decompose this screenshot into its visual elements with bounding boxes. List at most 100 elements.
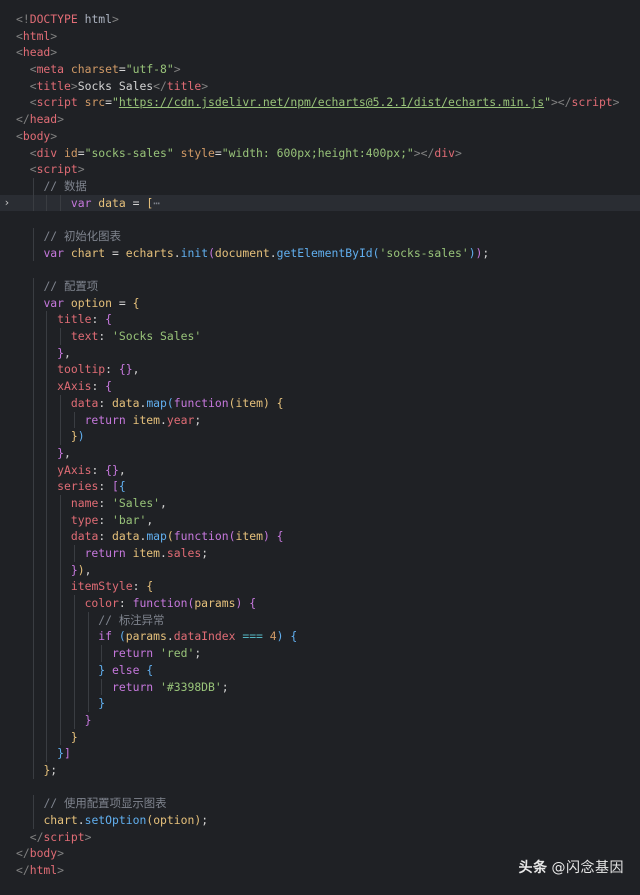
code-line[interactable]: return item.year; xyxy=(0,411,640,429)
code-line[interactable]: return 'red'; xyxy=(0,645,640,662)
code-line[interactable] xyxy=(0,779,640,796)
code-line[interactable]: <head> xyxy=(0,44,640,61)
code-line[interactable]: › var data = [⋯ xyxy=(0,194,640,212)
code-line[interactable]: var option = { xyxy=(0,294,640,312)
code-token: > xyxy=(454,145,462,160)
indent-guide xyxy=(60,695,62,712)
code-line[interactable]: </head> xyxy=(0,111,640,128)
code-area[interactable]: <!DOCTYPE html> <html> <head> <meta charse… xyxy=(0,11,640,879)
code-line[interactable]: series: [{ xyxy=(0,478,640,495)
code-line[interactable]: // 初始化图表 xyxy=(0,227,640,245)
code-token: : xyxy=(91,312,106,327)
code-line[interactable]: yAxis: {}, xyxy=(0,461,640,479)
code-line[interactable]: } xyxy=(0,711,640,729)
code-line[interactable]: } else { xyxy=(0,661,640,679)
code-line[interactable]: xAxis: { xyxy=(0,378,640,395)
code-token: params xyxy=(125,629,167,644)
code-line[interactable]: data: data.map(function(item) { xyxy=(0,394,640,412)
code-editor[interactable]: <!DOCTYPE html> <html> <head> <meta charse… xyxy=(0,0,640,895)
code-token: < xyxy=(16,128,23,143)
code-line[interactable]: type: 'bar', xyxy=(0,511,640,529)
code-token: item xyxy=(125,546,161,560)
code-line[interactable]: return item.sales; xyxy=(0,545,640,562)
code-token: < xyxy=(29,62,37,77)
code-line[interactable]: // 标注异常 xyxy=(0,611,640,629)
indent-guide xyxy=(32,394,34,412)
code-line[interactable]: // 使用配置项显示图表 xyxy=(0,795,640,812)
code-token: Socks Sales xyxy=(77,78,154,93)
code-token: ) xyxy=(276,629,284,644)
code-token: data xyxy=(70,529,99,544)
code-line[interactable]: name: 'Sales', xyxy=(0,494,640,512)
code-line[interactable]: return '#3398DB'; xyxy=(0,678,640,696)
code-line[interactable]: color: function(params) { xyxy=(0,595,640,612)
code-token: { xyxy=(118,479,126,494)
indent-guide xyxy=(32,611,34,629)
code-token: year xyxy=(166,412,195,427)
code-line[interactable]: if (params.dataIndex === 4) { xyxy=(0,628,640,646)
code-line[interactable]: // 配置项 xyxy=(0,278,640,295)
code-line[interactable]: <meta charset="utf-8"> xyxy=(0,61,640,78)
indent-guide xyxy=(32,645,34,662)
code-token: > xyxy=(57,846,65,861)
code-token: script xyxy=(43,829,85,844)
code-line[interactable]: <html> xyxy=(0,28,640,45)
code-line[interactable]: tooltip: {}, xyxy=(0,361,640,379)
code-token: meta xyxy=(36,62,65,77)
code-line[interactable]: } xyxy=(0,695,640,712)
code-token: data xyxy=(112,395,140,410)
code-line[interactable]: }; xyxy=(0,761,640,779)
indent-guide xyxy=(32,661,34,679)
code-line[interactable]: title: { xyxy=(0,311,640,329)
code-line[interactable]: <!DOCTYPE html> xyxy=(0,11,640,28)
code-line[interactable]: }) xyxy=(0,428,640,445)
code-line[interactable]: } xyxy=(0,728,640,746)
code-line[interactable]: chart.setOption(option); xyxy=(0,812,640,829)
code-token: = xyxy=(105,95,113,110)
indent-guide xyxy=(46,311,48,329)
code-line[interactable]: var chart = echarts.init(document.getEle… xyxy=(0,244,640,262)
indent-guide xyxy=(46,461,48,479)
code-line[interactable]: }, xyxy=(0,444,640,462)
code-line[interactable]: }, xyxy=(0,344,640,362)
indent-guide xyxy=(46,328,48,345)
code-token: : xyxy=(91,462,106,477)
code-line[interactable]: </script> xyxy=(0,829,640,846)
indent-guide xyxy=(32,478,34,495)
code-line[interactable]: itemStyle: { xyxy=(0,578,640,596)
indent-guide xyxy=(46,678,48,696)
code-line[interactable]: <script> xyxy=(0,161,640,178)
code-line[interactable]: <script src="https://cdn.jsdelivr.net/np… xyxy=(0,94,640,111)
chevron-right-icon[interactable]: › xyxy=(2,195,12,212)
code-token: < xyxy=(29,78,37,93)
code-line[interactable]: <body> xyxy=(0,128,640,145)
code-line[interactable] xyxy=(0,211,640,228)
code-line[interactable]: }] xyxy=(0,745,640,762)
indent-guide xyxy=(46,695,48,712)
indent-guide xyxy=(60,678,62,696)
code-token: } xyxy=(57,445,65,460)
indent-guide xyxy=(60,394,62,412)
code-line[interactable]: <title>Socks Sales</title> xyxy=(0,78,640,95)
code-token: dataIndex xyxy=(173,629,236,644)
code-token: {} xyxy=(118,362,133,377)
code-token: ( xyxy=(166,529,174,544)
code-line[interactable]: <div id="socks-sales" style="width: 600p… xyxy=(0,145,640,162)
code-line[interactable]: data: data.map(function(item) { xyxy=(0,528,640,545)
code-token: params xyxy=(194,596,236,611)
code-line[interactable]: // 数据 xyxy=(0,177,640,195)
code-token: </ xyxy=(29,829,44,844)
indent-guide xyxy=(87,628,89,646)
code-token: div xyxy=(36,145,58,160)
code-line[interactable]: text: 'Socks Sales' xyxy=(0,328,640,345)
indent-guide xyxy=(73,411,75,429)
code-line[interactable] xyxy=(0,261,640,278)
code-token: = xyxy=(118,62,126,77)
code-line[interactable]: }), xyxy=(0,561,640,579)
code-token: ; xyxy=(482,245,490,260)
